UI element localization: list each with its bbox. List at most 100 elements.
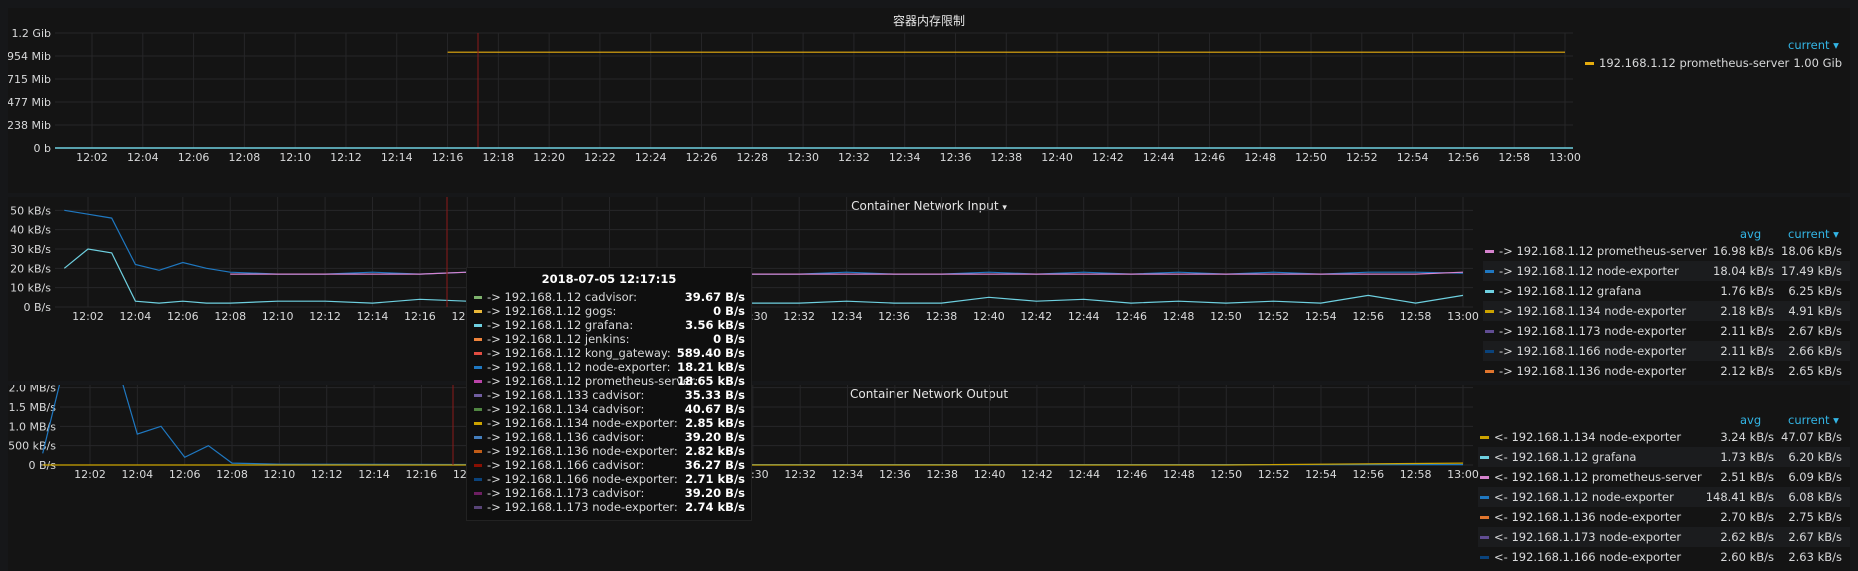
- series-color-swatch[interactable]: [1485, 290, 1494, 293]
- legend-series-name[interactable]: <- 192.168.1.166 node-exporter: [1494, 550, 1681, 564]
- x-tick-label: 12:32: [783, 310, 815, 323]
- legend-series-name[interactable]: <- 192.168.1.12 prometheus-server: [1494, 470, 1702, 484]
- tooltip-series-value: 40.67 B/s: [684, 402, 745, 416]
- legend-current-header[interactable]: current ▾: [1788, 38, 1839, 52]
- y-tick-label: 1.5 MB/s: [9, 401, 57, 414]
- x-tick-label: 12:40: [1041, 151, 1073, 164]
- tooltip-row: -> 192.168.1.173 node-exporter: 2.74 kB/s: [467, 500, 751, 514]
- series-color-swatch[interactable]: [1480, 436, 1489, 439]
- tooltip-time: 2018-07-05 12:17:15: [541, 272, 677, 286]
- series-color-swatch: [474, 338, 482, 341]
- legend-avg-value: 1.73 kB/s: [1720, 450, 1774, 464]
- legend-series-name[interactable]: <- 192.168.1.12 grafana: [1494, 450, 1636, 464]
- series-color-swatch[interactable]: [1485, 310, 1494, 313]
- series-color-swatch[interactable]: [1480, 556, 1489, 559]
- x-tick-label: 12:28: [736, 151, 768, 164]
- legend-series-name[interactable]: -> 192.168.1.136 node-exporter: [1499, 364, 1686, 378]
- legend-current-value: 2.66 kB/s: [1788, 344, 1842, 358]
- x-tick-label: 12:36: [879, 468, 911, 481]
- x-tick-label: 12:44: [1068, 468, 1100, 481]
- series-color-swatch[interactable]: [1480, 456, 1489, 459]
- legend-series-name[interactable]: <- 192.168.1.134 node-exporter: [1494, 430, 1681, 444]
- legend-current-header[interactable]: current ▾: [1788, 227, 1839, 241]
- x-tick-label: 12:50: [1295, 151, 1327, 164]
- tooltip-series-value: 39.67 B/s: [684, 290, 745, 304]
- legend-series-name[interactable]: 192.168.1.12 prometheus-server: [1599, 56, 1789, 70]
- legend-series-name[interactable]: <- 192.168.1.173 node-exporter: [1494, 530, 1681, 544]
- series-color-swatch[interactable]: [1480, 476, 1489, 479]
- legend-series-name[interactable]: <- 192.168.1.12 node-exporter: [1494, 490, 1674, 504]
- memory-graph[interactable]: 1.2 Gib 954 Mib 715 Mib 477 Mib 238 Mib 0 b 12…: [8, 8, 1850, 193]
- series-color-swatch: [474, 506, 482, 509]
- tooltip-row: -> 192.168.1.134 node-exporter: 2.85 kB/s: [467, 416, 751, 430]
- x-tick-label: 12:08: [216, 468, 248, 481]
- legend-item[interactable]: -> 192.168.1.12 prometheus-server 16.98 k…: [1483, 241, 1850, 261]
- x-tick-label: 12:12: [330, 151, 362, 164]
- series-color-swatch[interactable]: [1585, 62, 1594, 65]
- x-tick-label: 12:14: [357, 310, 389, 323]
- series-color-swatch[interactable]: [1485, 370, 1494, 373]
- legend-item[interactable]: -> 192.168.1.12 node-exporter 18.04 kB/s 1…: [1483, 261, 1850, 281]
- x-tick-label: 12:38: [926, 310, 958, 323]
- series-color-swatch: [474, 464, 482, 467]
- legend-item[interactable]: <- 192.168.1.12 node-exporter 148.41 kB/s…: [1478, 487, 1850, 507]
- legend-item[interactable]: <- 192.168.1.136 node-exporter 2.70 kB/s 2…: [1478, 507, 1850, 527]
- legend-avg-header[interactable]: avg: [1740, 227, 1761, 241]
- legend-series-name[interactable]: <- 192.168.1.136 node-exporter: [1494, 510, 1681, 524]
- series-color-swatch[interactable]: [1480, 496, 1489, 499]
- x-tick-label: 12:32: [784, 468, 816, 481]
- legend-series-name[interactable]: -> 192.168.1.134 node-exporter: [1499, 304, 1686, 318]
- legend: <- 192.168.1.134 node-exporter 3.24 kB/s 4…: [1478, 427, 1850, 571]
- series-color-swatch[interactable]: [1485, 330, 1494, 333]
- legend-item[interactable]: -> 192.168.1.166 node-exporter 2.11 kB/s 2…: [1483, 341, 1850, 361]
- x-tick-label: 12:56: [1352, 468, 1384, 481]
- series-color-swatch[interactable]: [1485, 270, 1494, 273]
- y-tick-label: 50 kB/s: [10, 204, 51, 217]
- legend-series-name[interactable]: -> 192.168.1.166 node-exporter: [1499, 344, 1686, 358]
- legend-item[interactable]: <- 192.168.1.12 grafana 1.73 kB/s 6.20 kB/…: [1478, 447, 1850, 467]
- tooltip-row: -> 192.168.1.136 node-exporter: 2.82 kB/s: [467, 444, 751, 458]
- legend-avg-value: 148.41 kB/s: [1705, 490, 1774, 504]
- tooltip-row: -> 192.168.1.134 cadvisor: 40.67 B/s: [467, 402, 751, 416]
- legend-avg-value: 2.51 kB/s: [1720, 470, 1774, 484]
- legend-item[interactable]: <- 192.168.1.173 node-exporter 2.62 kB/s 2…: [1478, 527, 1850, 547]
- series-color-swatch: [474, 310, 482, 313]
- x-tick-label: 12:10: [264, 468, 296, 481]
- legend-series-name[interactable]: -> 192.168.1.12 prometheus-server: [1499, 244, 1707, 258]
- series-color-swatch[interactable]: [1480, 516, 1489, 519]
- legend-current-value: 17.49 kB/s: [1781, 264, 1842, 278]
- x-tick-label: 12:12: [309, 310, 341, 323]
- legend-item[interactable]: <- 192.168.1.166 node-exporter 2.60 kB/s 2…: [1478, 547, 1850, 567]
- y-tick-label: 10 kB/s: [10, 282, 51, 295]
- legend-avg-header[interactable]: avg: [1740, 413, 1761, 427]
- legend-current-header[interactable]: current ▾: [1788, 413, 1839, 427]
- x-tick-label: 12:44: [1068, 310, 1100, 323]
- legend-item[interactable]: <- 192.168.1.12 prometheus-server 2.51 kB…: [1478, 467, 1850, 487]
- x-tick-label: 13:00: [1549, 151, 1581, 164]
- tooltip-series-value: 0 B/s: [713, 304, 745, 318]
- series-color-swatch: [474, 422, 482, 425]
- legend-series-name[interactable]: -> 192.168.1.12 grafana: [1499, 284, 1641, 298]
- x-tick-label: 12:04: [120, 310, 152, 323]
- legend-avg-value: 2.60 kB/s: [1720, 550, 1774, 564]
- legend-item[interactable]: <- 192.168.1.134 node-exporter 3.24 kB/s 4…: [1478, 427, 1850, 447]
- series-color-swatch[interactable]: [1480, 536, 1489, 539]
- y-tick-label: 477 Mib: [8, 96, 51, 109]
- legend-item[interactable]: -> 192.168.1.173 node-exporter 2.11 kB/s 2…: [1483, 321, 1850, 341]
- tooltip-row: -> 192.168.1.166 cadvisor: 36.27 B/s: [467, 458, 751, 472]
- legend-series-name[interactable]: -> 192.168.1.173 node-exporter: [1499, 324, 1686, 338]
- x-tick-label: 12:48: [1244, 151, 1276, 164]
- legend-item[interactable]: -> 192.168.1.134 node-exporter 2.18 kB/s 4…: [1483, 301, 1850, 321]
- legend-item[interactable]: -> 192.168.1.136 node-exporter 2.12 kB/s 2…: [1483, 361, 1850, 381]
- legend-avg-value: 2.11 kB/s: [1720, 324, 1774, 338]
- tooltip-series-value: 18.65 kB/s: [677, 374, 745, 388]
- legend-item[interactable]: 192.168.1.12 prometheus-server 1.00 Gib: [1583, 53, 1850, 73]
- legend-avg-value: 3.24 kB/s: [1720, 430, 1774, 444]
- legend-series-name[interactable]: -> 192.168.1.12 node-exporter: [1499, 264, 1679, 278]
- legend-item[interactable]: -> 192.168.1.12 grafana 1.76 kB/s 6.25 kB/…: [1483, 281, 1850, 301]
- y-tick-label: 238 Mib: [8, 119, 51, 132]
- series-color-swatch[interactable]: [1485, 350, 1494, 353]
- hover-tooltip: 2018-07-05 12:17:15 -> 192.168.1.12 cadv…: [466, 267, 752, 521]
- x-tick-label: 12:56: [1352, 310, 1384, 323]
- series-color-swatch[interactable]: [1485, 250, 1494, 253]
